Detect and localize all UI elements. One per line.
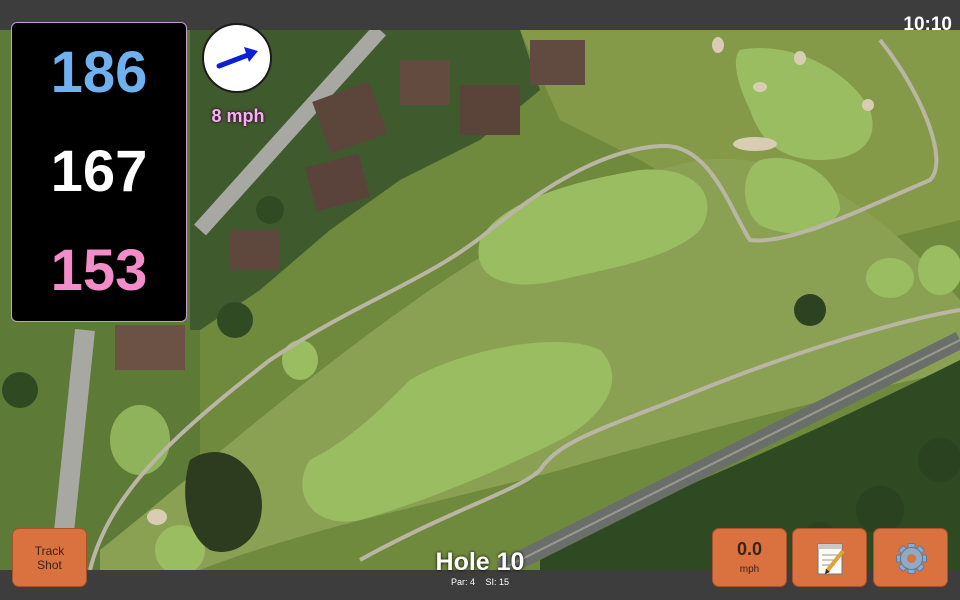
notes-button[interactable] [792,528,867,587]
wind-speed-label: 8 mph [211,106,265,126]
arrow-icon [216,47,258,69]
wind-direction-indicator [202,23,272,93]
track-shot-button[interactable]: Track Shot [12,528,87,587]
distance-middle: 167 [50,138,148,204]
notepad-icon [817,543,845,575]
wind-button-unit: mph [739,564,760,575]
hole-stroke-index: SI: 15 [485,577,510,587]
gear-icon [896,543,927,574]
wind-button-value: 0.0 [736,539,763,559]
wind-speed-button[interactable]: 0.0 mph [712,528,787,587]
hole-title: Hole 10 [435,548,525,576]
hole-info: Par: 4 SI: 15 [380,577,580,587]
distance-panel: 186 167 153 [11,22,187,322]
track-shot-label-line1: Track [34,543,65,558]
distance-front: 153 [50,238,148,304]
track-shot-label-line2: Shot [37,557,62,572]
hole-par: Par: 4 [450,577,475,587]
settings-button[interactable] [873,528,948,587]
distance-back: 186 [50,39,148,105]
